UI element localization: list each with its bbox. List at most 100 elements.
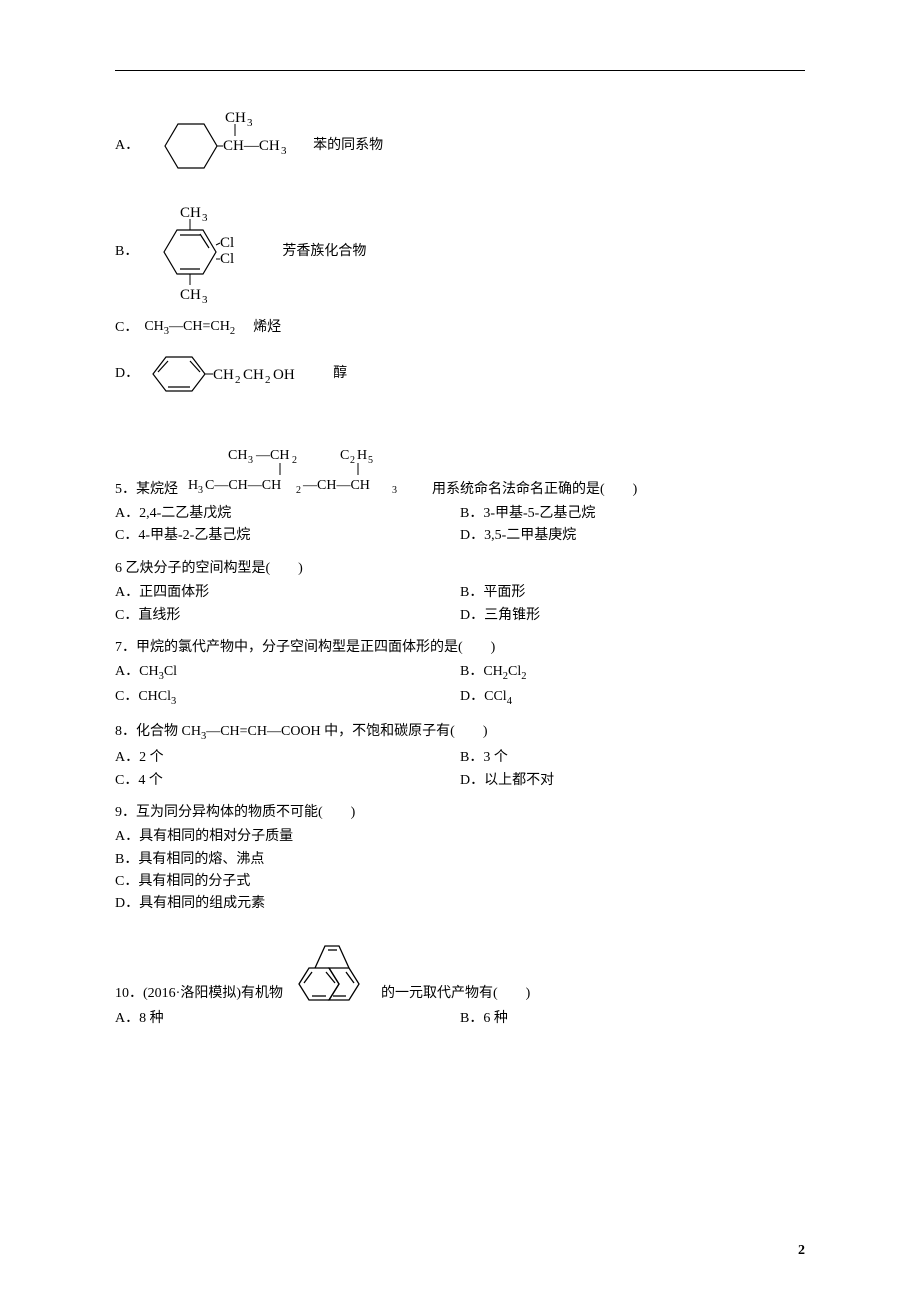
svg-text:C—CH—CH: C—CH—CH bbox=[205, 478, 281, 493]
svg-text:—CH—CH: —CH—CH bbox=[302, 478, 370, 493]
svg-text:C: C bbox=[340, 448, 349, 463]
svg-text:H: H bbox=[357, 448, 367, 463]
svg-text:CH: CH bbox=[228, 448, 247, 463]
q9-option-c: C．具有相同的分子式 bbox=[115, 871, 805, 893]
q8-option-d: D．以上都不对 bbox=[460, 770, 805, 792]
svg-text:3: 3 bbox=[198, 485, 203, 496]
svg-text:Cl: Cl bbox=[220, 235, 234, 251]
q10-stem: 10．(2016·洛阳模拟)有机物 的一元取 bbox=[115, 936, 805, 1006]
q9-stem: 9．互为同分异构体的物质不可能( ) bbox=[115, 802, 805, 824]
q7-row2: C．CHCl3 D．CCl4 bbox=[115, 686, 805, 711]
q4-option-b: B． CH 3 CH 3 Cl Cl bbox=[115, 197, 805, 307]
formula-part: C．CHCl bbox=[115, 689, 171, 704]
q6-option-b: B．平面形 bbox=[460, 582, 805, 604]
q7-stem: 7．甲烷的氯代产物中，分子空间构型是正四面体形的是( ) bbox=[115, 637, 805, 659]
formula-part: Cl bbox=[164, 664, 177, 679]
q7-row1: A．CH3Cl B．CH2Cl2 bbox=[115, 661, 805, 686]
formula-part: A．CH bbox=[115, 664, 159, 679]
svg-text:3: 3 bbox=[202, 294, 208, 306]
q6-option-a: A．正四面体形 bbox=[115, 582, 460, 604]
q5-option-c: C．4-甲基-2-乙基己烷 bbox=[115, 525, 460, 547]
page-number: 2 bbox=[798, 1240, 805, 1262]
svg-text:Cl: Cl bbox=[220, 251, 234, 267]
option-label: 芳香族化合物 bbox=[282, 241, 366, 263]
q8-option-a: A．2 个 bbox=[115, 747, 460, 769]
formula-sub: 2 bbox=[521, 671, 526, 682]
option-letter: C． bbox=[115, 317, 138, 339]
q8-option-b: B．3 个 bbox=[460, 747, 805, 769]
q5-option-a: A．2,4-二乙基戊烷 bbox=[115, 503, 460, 525]
svg-text:CH: CH bbox=[180, 287, 201, 303]
option-letter: D． bbox=[115, 363, 139, 385]
q9-option-d: D．具有相同的组成元素 bbox=[115, 893, 805, 915]
q5-row2: C．4-甲基-2-乙基己烷 D．3,5-二甲基庚烷 bbox=[115, 525, 805, 547]
q4-options: A． CH—CH 3 CH 3 苯的同系物 B． bbox=[115, 101, 805, 399]
svg-text:2: 2 bbox=[292, 455, 297, 466]
q4b-structure-icon: CH 3 CH 3 Cl Cl bbox=[144, 197, 264, 307]
q7-option-a: A．CH3Cl bbox=[115, 661, 460, 686]
q4-option-c: C． CH3—CH=CH2 烯烃 bbox=[115, 313, 805, 343]
option-label: 烯烃 bbox=[253, 317, 281, 339]
page-container: A． CH—CH 3 CH 3 苯的同系物 B． bbox=[0, 0, 920, 1302]
q4-option-a: A． CH—CH 3 CH 3 苯的同系物 bbox=[115, 101, 805, 191]
q8-stem-pre: 8．化合物 CH bbox=[115, 724, 201, 739]
q8-stem: 8．化合物 CH3—CH=CH—COOH 中，不饱和碳原子有( ) bbox=[115, 721, 805, 746]
formula-part: CH bbox=[144, 319, 163, 334]
formula-part: B．CH bbox=[460, 664, 503, 679]
svg-text:—CH: —CH bbox=[255, 448, 289, 463]
formula-sub: 3 bbox=[171, 696, 176, 707]
formula-part: —CH=CH bbox=[169, 319, 230, 334]
option-letter: B． bbox=[115, 241, 138, 263]
top-horizontal-rule bbox=[115, 70, 805, 71]
svg-text:CH: CH bbox=[225, 110, 246, 126]
q5-stem: 5．某烷烃 CH3 —CH2 C2H5 H3C—CH—CH2—CH—CH3 用系… bbox=[115, 445, 805, 501]
svg-text:3: 3 bbox=[281, 145, 287, 157]
q6-option-d: D．三角锥形 bbox=[460, 605, 805, 627]
q9-option-b: B．具有相同的熔、沸点 bbox=[115, 849, 805, 871]
q4d-structure-icon: CH 2 CH 2 OH bbox=[145, 349, 315, 399]
svg-text:3: 3 bbox=[248, 455, 253, 466]
q10-structure-icon bbox=[289, 936, 375, 1006]
q5-stem-pre: 5．某烷烃 bbox=[115, 479, 178, 501]
q7-option-b: B．CH2Cl2 bbox=[460, 661, 805, 686]
svg-text:OH: OH bbox=[273, 367, 295, 383]
q10-stem-post: 的一元取代产物有( ) bbox=[381, 983, 530, 1005]
q8-stem-mid: —CH=CH—COOH 中，不饱和碳原子有( ) bbox=[206, 724, 487, 739]
svg-text:2: 2 bbox=[265, 374, 271, 386]
q8-row2: C．4 个 D．以上都不对 bbox=[115, 770, 805, 792]
q5-row1: A．2,4-二乙基戊烷 B．3-甲基-5-乙基己烷 bbox=[115, 503, 805, 525]
q10-option-a: A．8 种 bbox=[115, 1008, 460, 1030]
q7-option-d: D．CCl4 bbox=[460, 686, 805, 711]
q6-stem: 6 乙炔分子的空间构型是( ) bbox=[115, 558, 805, 580]
svg-text:2: 2 bbox=[350, 455, 355, 466]
q5-option-b: B．3-甲基-5-乙基己烷 bbox=[460, 503, 805, 525]
q5-option-d: D．3,5-二甲基庚烷 bbox=[460, 525, 805, 547]
q5-structure-icon: CH3 —CH2 C2H5 H3C—CH—CH2—CH—CH3 bbox=[180, 445, 430, 501]
q4-option-d: D． CH 2 CH 2 OH 醇 bbox=[115, 349, 805, 399]
svg-text:3: 3 bbox=[247, 117, 253, 129]
svg-text:3: 3 bbox=[392, 485, 397, 496]
q4c-formula: CH3—CH=CH2 bbox=[144, 316, 235, 341]
option-label: 醇 bbox=[333, 363, 347, 385]
svg-text:CH: CH bbox=[213, 367, 234, 383]
svg-text:2: 2 bbox=[235, 374, 241, 386]
svg-text:CH: CH bbox=[180, 205, 201, 221]
q6-option-c: C．直线形 bbox=[115, 605, 460, 627]
q10-stem-pre: 10．(2016·洛阳模拟)有机物 bbox=[115, 983, 283, 1005]
q5-stem-post: 用系统命名法命名正确的是( ) bbox=[432, 479, 637, 501]
q7-option-c: C．CHCl3 bbox=[115, 686, 460, 711]
svg-text:3: 3 bbox=[202, 212, 208, 224]
svg-text:CH—CH: CH—CH bbox=[223, 138, 280, 154]
q6-row1: A．正四面体形 B．平面形 bbox=[115, 582, 805, 604]
svg-text:CH: CH bbox=[243, 367, 264, 383]
q4a-structure-icon: CH—CH 3 CH 3 bbox=[145, 104, 295, 188]
svg-text:5: 5 bbox=[368, 455, 373, 466]
q10-row1: A．8 种 B．6 种 bbox=[115, 1008, 805, 1030]
svg-text:H: H bbox=[188, 478, 198, 493]
q6-row2: C．直线形 D．三角锥形 bbox=[115, 605, 805, 627]
q9-option-a: A．具有相同的相对分子质量 bbox=[115, 826, 805, 848]
formula-sub: 4 bbox=[507, 696, 512, 707]
q8-row1: A．2 个 B．3 个 bbox=[115, 747, 805, 769]
q10-option-b: B．6 种 bbox=[460, 1008, 805, 1030]
formula-part: Cl bbox=[508, 664, 521, 679]
